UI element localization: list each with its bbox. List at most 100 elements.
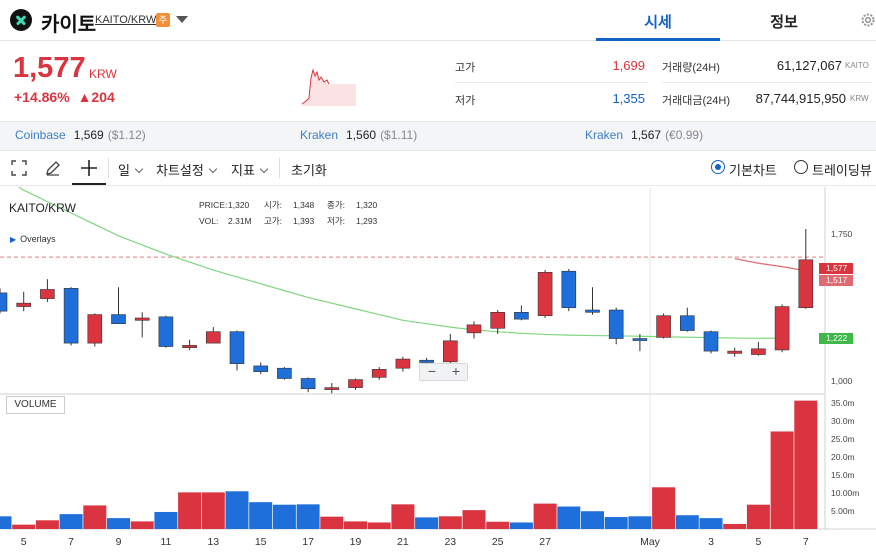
stats-divider (662, 82, 872, 83)
candle-body (751, 348, 766, 355)
reset-button[interactable]: 초기화 (291, 160, 327, 179)
volume-bar (462, 510, 486, 529)
candle-body (537, 272, 553, 317)
volume-bar (723, 523, 747, 529)
toolbar-divider (279, 158, 280, 178)
price-unit: KRW (89, 67, 117, 81)
legend-price-label: PRICE: (199, 200, 228, 210)
basic-chart-label[interactable]: 기본차트 (729, 160, 777, 179)
vol-tick-label: 20.0m (831, 452, 855, 462)
exchange-price: 1,569 (73, 128, 104, 142)
volume-bar (438, 516, 462, 529)
high-value: 1,699 (612, 58, 645, 73)
legend-vol-label: VOL: (199, 216, 219, 226)
exchange-item[interactable]: Kraken 1,567 (€0.99) (585, 128, 703, 142)
candle-body (277, 367, 292, 379)
x-tick-label: 5 (20, 536, 27, 548)
candle-body (0, 292, 8, 312)
volume-panel-label: VOLUME (6, 396, 65, 414)
volume-bar (415, 517, 439, 529)
volume-bar (178, 492, 202, 529)
vol-tick-label: 10.00m (831, 488, 860, 498)
period-dropdown[interactable]: 일 (118, 160, 144, 179)
y-tick-label: 1,000 (831, 376, 853, 386)
chevron-down-icon (259, 164, 269, 174)
candle-body (679, 315, 695, 331)
active-tab-indicator (596, 38, 720, 41)
price-change: +14.86% ▲204 (14, 89, 115, 105)
legend-price: 1,320 (228, 200, 250, 210)
current-price-tag: 1,577 (819, 263, 853, 274)
x-tick-label: 9 (115, 536, 122, 548)
chart-settings-dropdown[interactable]: 차트설정 (156, 160, 218, 179)
candle-body (158, 316, 174, 347)
exchange-item[interactable]: Kraken 1,560 ($1.11) (300, 128, 417, 142)
coin-select-dropdown-icon[interactable] (176, 16, 188, 23)
x-tick-label: May (640, 536, 660, 548)
volume-bar (652, 487, 676, 529)
volume-bar (320, 516, 344, 529)
high-label: 고가 (455, 62, 476, 74)
crosshair-icon[interactable] (80, 159, 98, 177)
legend-close: 1,320 (356, 200, 378, 210)
candle-body (182, 345, 197, 348)
candle-body (229, 331, 245, 364)
sparkline-chart (302, 68, 356, 106)
exchange-name: Coinbase (15, 128, 66, 142)
exchange-price: 1,567 (631, 128, 662, 142)
x-tick-label: 27 (539, 536, 551, 548)
basic-chart-radio[interactable] (711, 160, 725, 174)
overlays-toggle[interactable]: ▶ Overlays (10, 234, 56, 244)
volume-bar (107, 518, 130, 529)
candle-body (490, 311, 506, 329)
volume-bar (12, 524, 36, 529)
legend-high-label: 고가: (264, 216, 283, 226)
volume-bar (249, 502, 273, 529)
coin-pair-link[interactable]: KAITO/KRW (95, 14, 156, 26)
candle-body (40, 289, 55, 299)
tradingview-radio[interactable] (794, 160, 808, 174)
legend-low: 1,293 (356, 216, 378, 226)
ma-low-tag: 1,222 (819, 333, 853, 344)
candle-body (466, 324, 482, 334)
legend-open-label: 시가: (264, 200, 283, 210)
gear-icon[interactable] (860, 11, 876, 29)
candle-body (300, 378, 316, 390)
exchange-fiat: ($1.11) (380, 128, 418, 142)
candle-body (727, 350, 743, 354)
exchange-fiat: ($1.12) (107, 128, 146, 142)
zoom-in-button[interactable]: + (444, 363, 468, 379)
volume-24h-value: 61,127,067 (776, 58, 842, 73)
vol-tick-label: 30.0m (831, 416, 855, 426)
volume-bar (391, 504, 415, 529)
exchange-name: Kraken (585, 128, 624, 142)
volume-bar (746, 504, 770, 529)
candle-body (253, 365, 268, 372)
candle-body (798, 259, 814, 309)
fullscreen-icon[interactable] (11, 160, 27, 176)
candle-body (16, 302, 32, 307)
candle-body (206, 331, 221, 344)
tab-price[interactable]: 시세 (596, 11, 720, 32)
x-tick-label: 23 (444, 536, 457, 548)
candle-body (134, 317, 150, 321)
volume-bar (675, 515, 699, 529)
legend-vol: 2.31M (228, 216, 252, 226)
tradingview-label[interactable]: 트레이딩뷰 (812, 160, 872, 179)
volume-bar (581, 511, 604, 529)
exchange-item[interactable]: Coinbase 1,569 ($1.12) (15, 128, 146, 142)
amount-24h-unit: KRW (850, 94, 869, 103)
zoom-out-button[interactable]: − (420, 363, 444, 379)
x-tick-label: 15 (254, 536, 267, 548)
candle-body (87, 314, 103, 344)
exchange-fiat: (€0.99) (665, 128, 704, 142)
indicators-dropdown[interactable]: 지표 (231, 160, 269, 179)
low-value: 1,355 (612, 91, 645, 106)
volume-bar (509, 522, 533, 529)
pencil-draw-icon[interactable] (44, 159, 62, 177)
ohlc-legend-row-1: PRICE:1,320 시가: 1,348 종가: 1,320 (199, 199, 377, 211)
stats-divider (455, 82, 648, 83)
vol-tick-label: 5.00m (831, 506, 855, 516)
volume-bar (130, 521, 154, 529)
tab-info[interactable]: 정보 (722, 11, 846, 32)
